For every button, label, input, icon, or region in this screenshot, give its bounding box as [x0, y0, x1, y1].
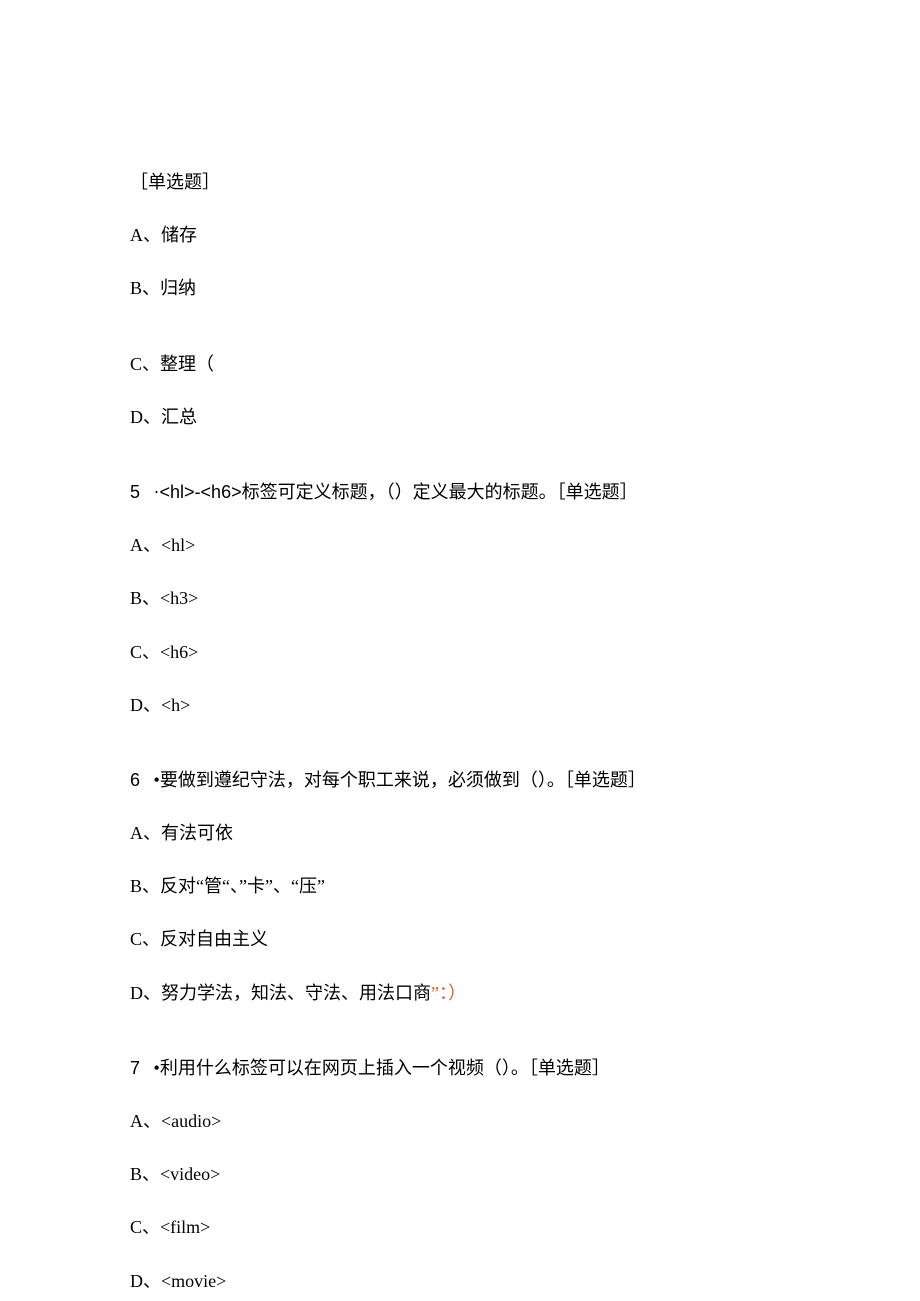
option-a: A、储存 — [130, 223, 790, 248]
question-number: 5 — [130, 482, 140, 502]
option-a: A、<hl> — [130, 533, 790, 558]
option-c: C、<film> — [130, 1215, 790, 1240]
bullet-icon — [145, 482, 154, 502]
question-text: 要做到遵纪守法，对每个职工来说，必须做到（）。［单选题］ — [160, 770, 646, 790]
option-c: C、整理（ — [130, 352, 790, 377]
option-c: C、<h6> — [130, 640, 790, 665]
question-text: 利用什么标签可以在网页上插入一个视频（）。［单选题］ — [160, 1058, 610, 1078]
option-d-red-text: ”：） — [431, 983, 466, 1003]
option-b: B、归纳 — [130, 276, 790, 301]
option-b: B、反对“管“、”卡”、“压” — [130, 874, 790, 899]
question-6-stem: 6 •要做到遵纪守法，对每个职工来说，必须做到（）。［单选题］ — [130, 768, 790, 793]
option-d: D、汇总 — [130, 405, 790, 430]
question-text: 标签可定义标题，（）定义最大的标题。［单选题］ — [242, 482, 638, 502]
question-5-stem: 5 ·<hl>-<h6>标签可定义标题，（）定义最大的标题。［单选题］ — [130, 480, 790, 505]
question-number: 6 — [130, 770, 140, 790]
option-a: A、<audio> — [130, 1109, 790, 1134]
option-a: A、有法可依 — [130, 821, 790, 846]
question-text-code: <hl>-<h6> — [160, 482, 242, 502]
option-d: D、<h> — [130, 693, 790, 718]
option-d-text: D、努力学法，知法、守法、用法口商 — [130, 983, 431, 1003]
question-7-stem: 7 •利用什么标签可以在网页上插入一个视频（）。［单选题］ — [130, 1056, 790, 1081]
option-d: D、<movie> — [130, 1269, 790, 1294]
option-c: C、反对自由主义 — [130, 927, 790, 952]
question-type-tag: ［单选题］ — [130, 170, 790, 195]
option-b: B、<video> — [130, 1162, 790, 1187]
question-number: 7 — [130, 1058, 140, 1078]
option-b: B、<h3> — [130, 586, 790, 611]
option-d: D、努力学法，知法、守法、用法口商”：） — [130, 981, 790, 1006]
